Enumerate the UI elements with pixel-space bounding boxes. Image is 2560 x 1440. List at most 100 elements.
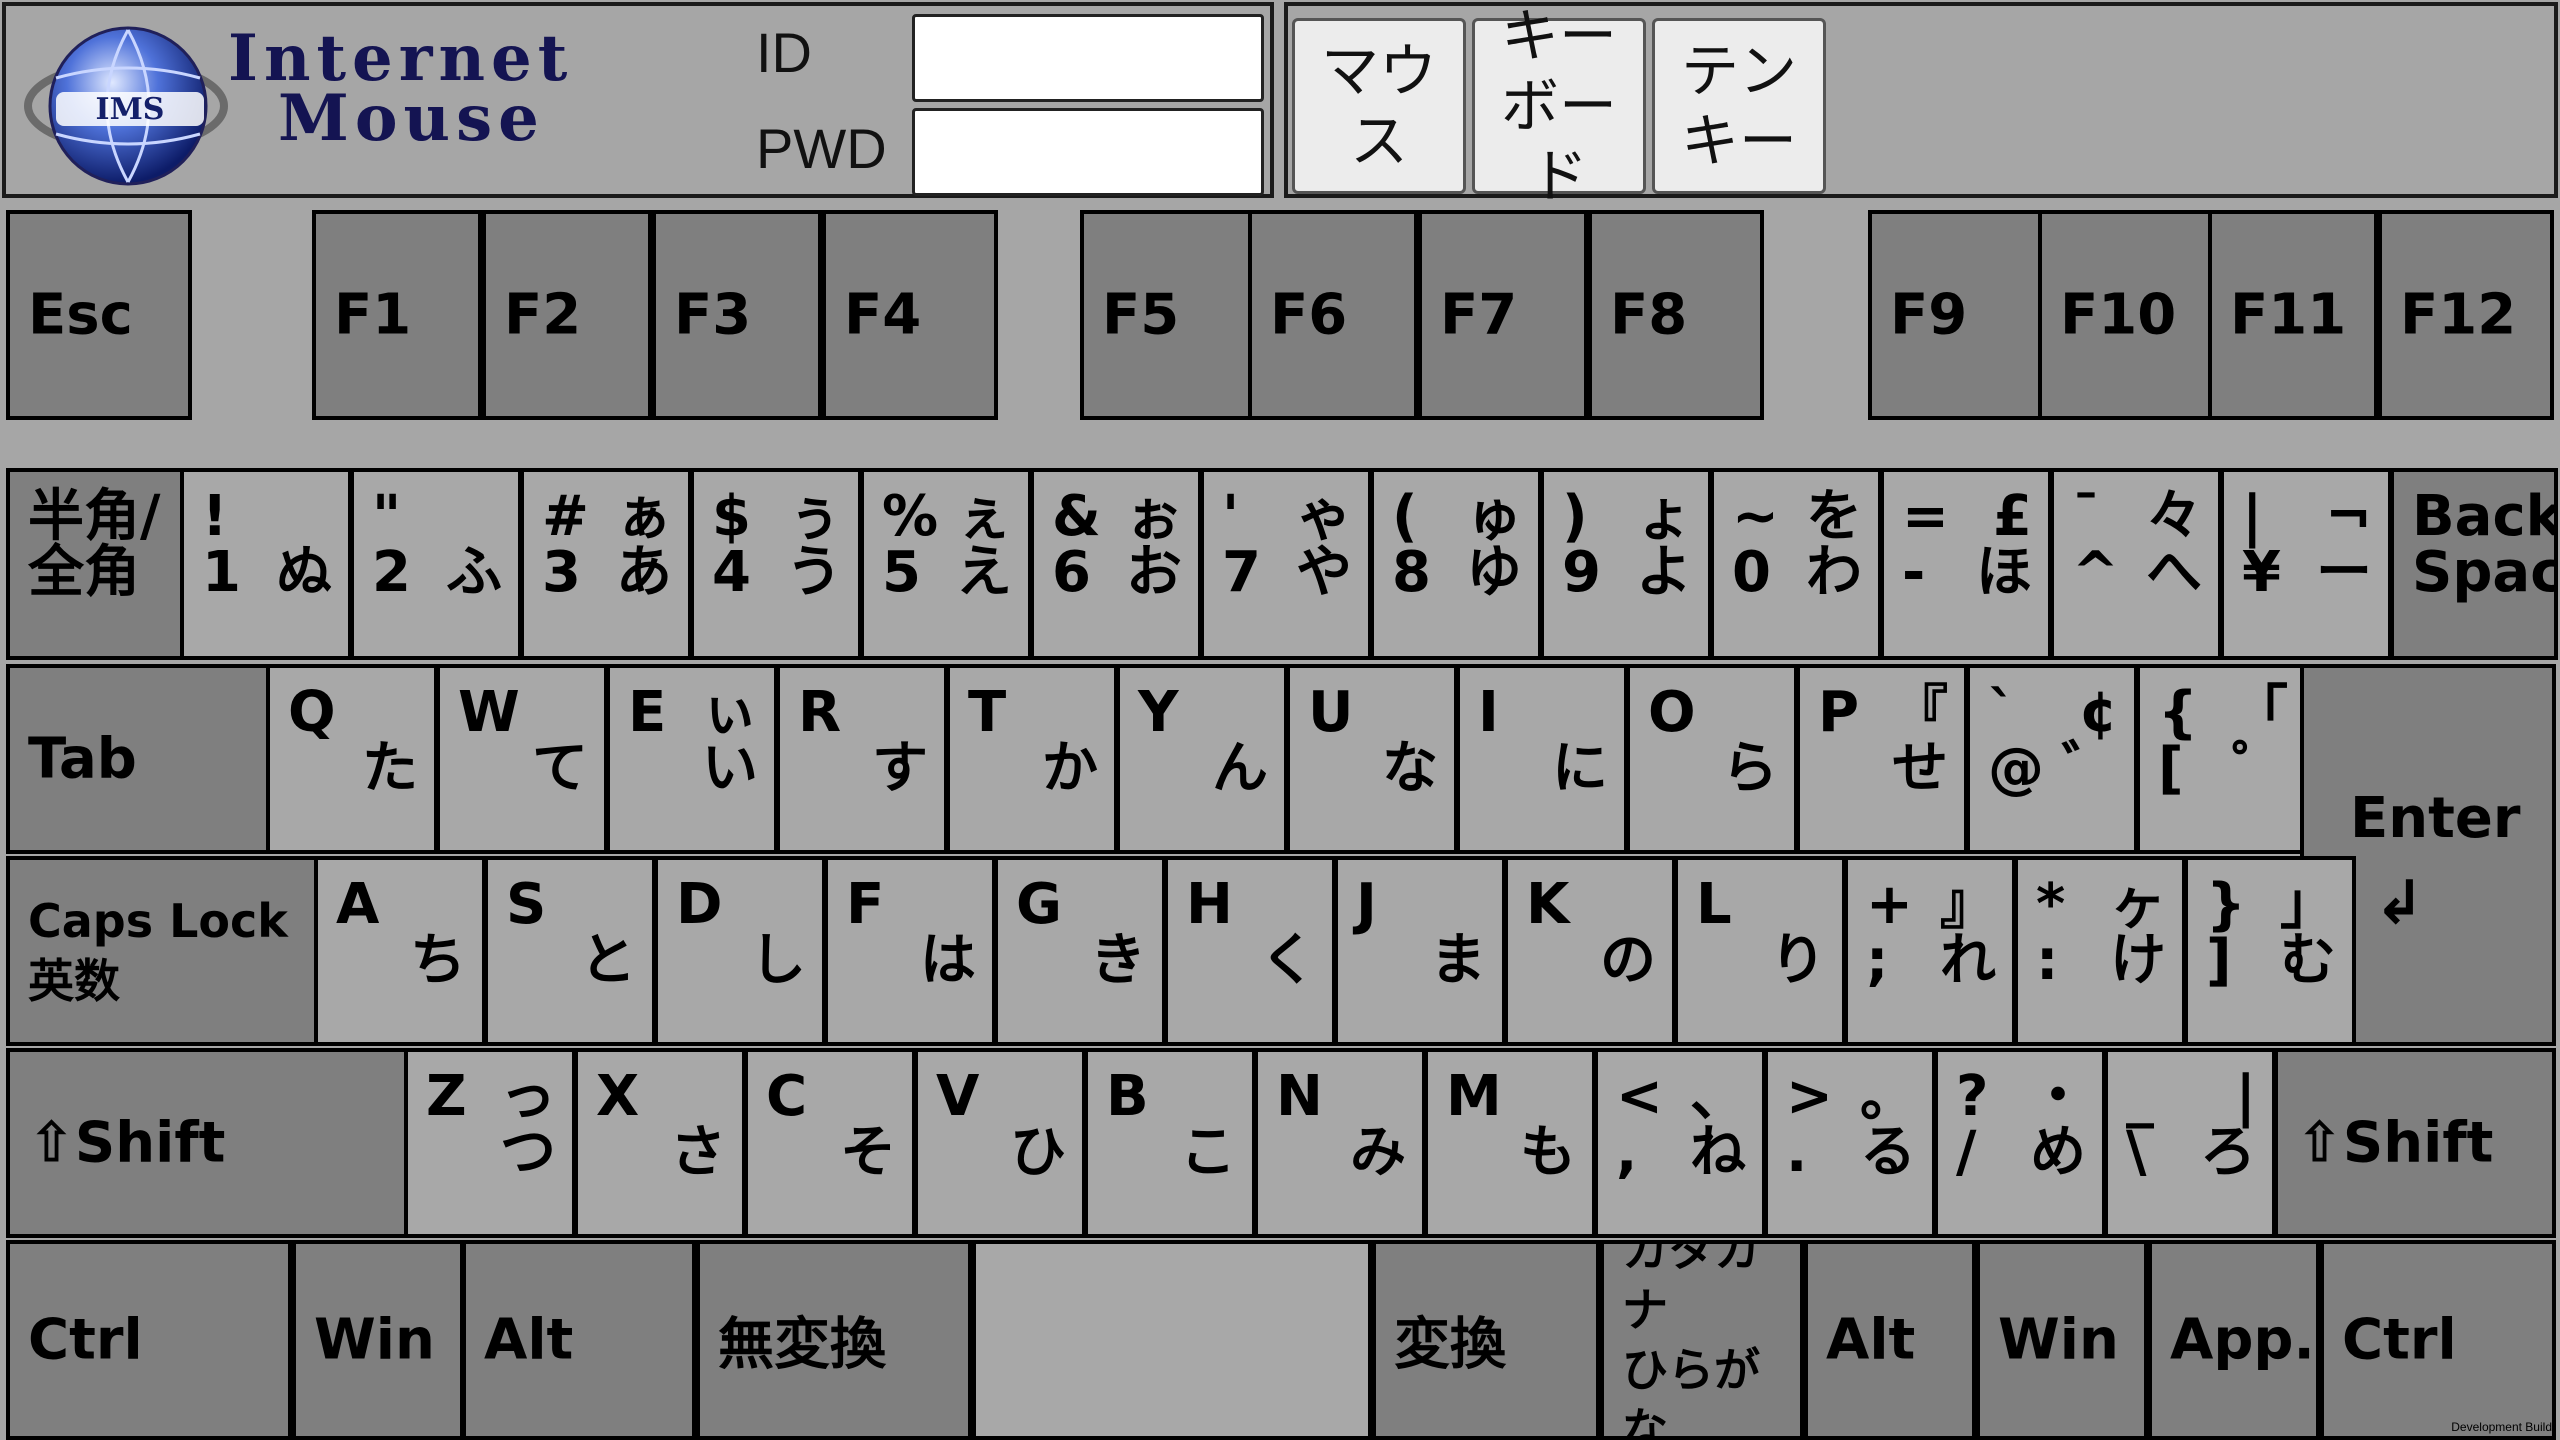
key-legend: {	[2158, 680, 2198, 745]
key-n[interactable]: Nみ	[1254, 1048, 1426, 1238]
key-right-alt[interactable]: Alt	[1804, 1240, 1976, 1440]
key-num-2[interactable]: " 2 ふ	[350, 468, 522, 660]
key-c[interactable]: Cそ	[744, 1048, 916, 1238]
key-caps-lock[interactable]: Caps Lock 英数	[6, 856, 318, 1046]
key-f11[interactable]: F11	[2208, 210, 2378, 420]
key-j[interactable]: Jま	[1334, 856, 1506, 1046]
key-num-3[interactable]: # ぁ 3 あ	[520, 468, 692, 660]
key-m[interactable]: Mも	[1424, 1048, 1596, 1238]
key-l[interactable]: Lり	[1674, 856, 1846, 1046]
key-katakana-hiragana[interactable]: カタカナ ひらがな	[1600, 1240, 1804, 1440]
key-a[interactable]: Aち	[314, 856, 486, 1046]
key-left-alt[interactable]: Alt	[462, 1240, 696, 1440]
key-f8[interactable]: F8	[1588, 210, 1764, 420]
key-legend: 』	[1940, 872, 1996, 937]
key-f5[interactable]: F5	[1080, 210, 1256, 420]
key-label: F1	[334, 282, 412, 348]
id-field[interactable]	[912, 14, 1264, 102]
key-r[interactable]: Rす	[776, 664, 948, 854]
key-right-ctrl[interactable]: Ctrl	[2320, 1240, 2556, 1440]
key-app[interactable]: App.	[2148, 1240, 2320, 1440]
key-f1[interactable]: F1	[312, 210, 482, 420]
key-muhenkan[interactable]: 無変換	[696, 1240, 972, 1440]
key-left-ctrl[interactable]: Ctrl	[6, 1240, 292, 1440]
key-k[interactable]: Kの	[1504, 856, 1676, 1046]
key-t[interactable]: Tか	[946, 664, 1118, 854]
key-key[interactable]: _ | \ ろ	[2104, 1048, 2276, 1238]
key-f10[interactable]: F10	[2038, 210, 2214, 420]
keyboard-mode-button[interactable]: キー ボード	[1472, 2, 1646, 210]
key-key[interactable]: ? ・ / め	[1934, 1048, 2106, 1238]
key-f7[interactable]: F7	[1418, 210, 1588, 420]
key-num-5[interactable]: % ぇ 5 え	[860, 468, 1032, 660]
key-key[interactable]: < 、, ね	[1594, 1048, 1766, 1238]
key-legend: M	[1446, 1064, 1502, 1129]
key-backspace[interactable]: BackSpace	[2390, 468, 2558, 660]
key-num-6[interactable]: & ぉ 6 お	[1030, 468, 1202, 660]
key-num-11[interactable]: = £ - ほ	[1880, 468, 2052, 660]
key-tab[interactable]: Tab	[6, 664, 270, 854]
key-z[interactable]: Zっつ	[404, 1048, 576, 1238]
key-u[interactable]: Uな	[1286, 664, 1458, 854]
key-legend: 4	[712, 540, 751, 605]
key-key[interactable]: > 。. る	[1764, 1048, 1936, 1238]
key-f12[interactable]: F12	[2378, 210, 2554, 420]
key-d[interactable]: Dし	[654, 856, 826, 1046]
key-f6[interactable]: F6	[1248, 210, 1418, 420]
key-label: Win	[314, 1307, 435, 1373]
key-legend: て	[532, 736, 588, 801]
key-o[interactable]: Oら	[1626, 664, 1798, 854]
key-legend: き	[1090, 928, 1146, 993]
key-right-win[interactable]: Win	[1976, 1240, 2148, 1440]
key-esc[interactable]: Esc	[6, 210, 192, 420]
key-key[interactable]: {「 [゜	[2136, 664, 2308, 854]
key-e[interactable]: Eぃい	[606, 664, 778, 854]
key-b[interactable]: Bこ	[1084, 1048, 1256, 1238]
pwd-field[interactable]	[912, 108, 1264, 196]
key-p[interactable]: P 『せ	[1796, 664, 1968, 854]
key-key[interactable]: } 」] む	[2184, 856, 2356, 1046]
key-left-shift[interactable]: ⇧Shift	[6, 1048, 408, 1238]
key-key[interactable]: * ヶ: け	[2014, 856, 2186, 1046]
key-num-13[interactable]: | ¬ ¥ ー	[2220, 468, 2392, 660]
key-q[interactable]: Qた	[266, 664, 438, 854]
key-f4[interactable]: F4	[822, 210, 998, 420]
key-f9[interactable]: F9	[1868, 210, 2044, 420]
key-num-12[interactable]: ¯ 々 ^ へ	[2050, 468, 2222, 660]
key-legend: [	[2158, 736, 2184, 801]
key-legend: R	[798, 680, 842, 745]
key-f3[interactable]: F3	[652, 210, 822, 420]
key-w[interactable]: Wて	[436, 664, 608, 854]
key-y[interactable]: Yん	[1116, 664, 1288, 854]
key-x[interactable]: Xさ	[574, 1048, 746, 1238]
key-key[interactable]: ` ¢ @ ゛	[1966, 664, 2138, 854]
key-label: Alt	[1826, 1307, 1916, 1373]
key-henkan[interactable]: 変換	[1372, 1240, 1600, 1440]
key-legend: N	[1276, 1064, 1323, 1129]
key-label: Win	[1998, 1307, 2119, 1373]
key-legend: L	[1696, 872, 1732, 937]
key-key[interactable]: + 』; れ	[1844, 856, 2016, 1046]
key-i[interactable]: Iに	[1456, 664, 1628, 854]
key-f[interactable]: Fは	[824, 856, 996, 1046]
key-g[interactable]: Gき	[994, 856, 1166, 1046]
key-space[interactable]	[972, 1240, 1372, 1440]
key-num-1[interactable]: ! 1 ぬ	[180, 468, 352, 660]
key-left-win[interactable]: Win	[292, 1240, 464, 1440]
key-right-shift[interactable]: ⇧Shift	[2274, 1048, 2556, 1238]
key-legend: C	[766, 1064, 808, 1129]
key-h[interactable]: Hく	[1164, 856, 1336, 1046]
key-num-8[interactable]: (ゅ 8 ゆ	[1370, 468, 1542, 660]
key-f2[interactable]: F2	[482, 210, 652, 420]
mouse-mode-button[interactable]: マウス	[1292, 18, 1466, 194]
key-v[interactable]: Vひ	[914, 1048, 1086, 1238]
key-num-9[interactable]: ) ょ 9 よ	[1540, 468, 1712, 660]
key-num-10[interactable]: ~ を 0 わ	[1710, 468, 1882, 660]
key-num-7[interactable]: ' ゃ 7 や	[1200, 468, 1372, 660]
key-legend: B	[1106, 1064, 1149, 1129]
key-s[interactable]: Sと	[484, 856, 656, 1046]
key-legend: $	[712, 484, 751, 549]
tenkey-mode-button[interactable]: テン キー	[1652, 18, 1826, 194]
key-num-4[interactable]: $ ぅ 4 う	[690, 468, 862, 660]
key-hankaku-zenkaku[interactable]: 半角/全角	[6, 468, 186, 660]
